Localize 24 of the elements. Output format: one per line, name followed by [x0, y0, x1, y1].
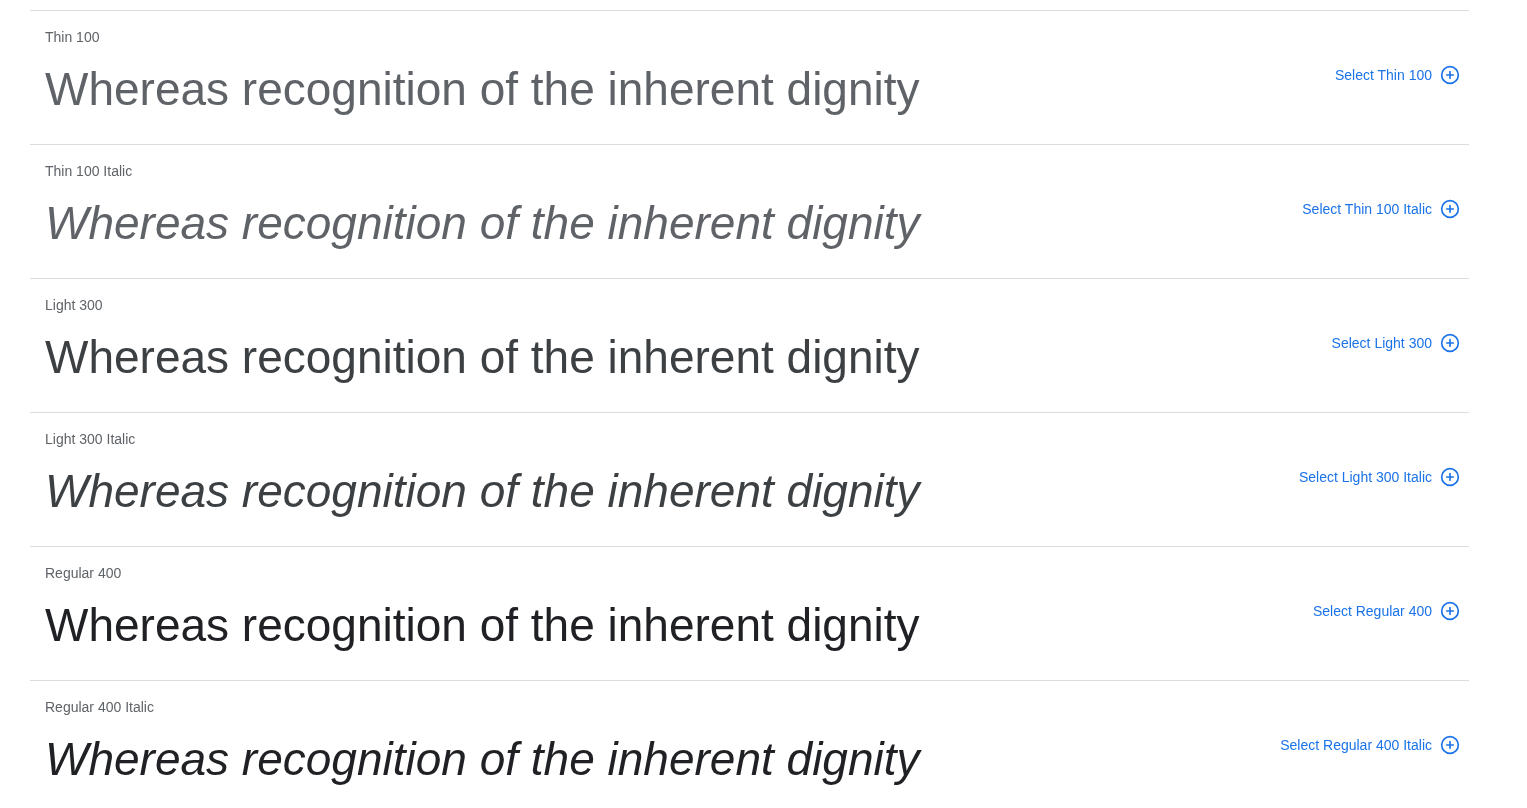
add-icon [1440, 333, 1460, 353]
select-style-button[interactable]: Select Regular 400 Italic [1280, 735, 1460, 755]
add-icon [1440, 65, 1460, 85]
add-icon [1440, 199, 1460, 219]
style-name: Thin 100 Italic [45, 162, 133, 180]
sample-text: Whereas recognition of the inherent dignity [45, 598, 920, 653]
sample-text: Whereas recognition of the inherent dignity [45, 330, 920, 385]
style-name: Light 300 [45, 296, 103, 314]
style-name: Light 300 Italic [45, 430, 136, 448]
select-style-button[interactable]: Select Thin 100 Italic [1302, 199, 1460, 219]
style-name: Regular 400 [45, 564, 122, 582]
add-icon [1440, 735, 1460, 755]
select-style-button[interactable]: Select Thin 100 [1334, 65, 1460, 85]
style-name: Regular 400 Italic [45, 698, 154, 716]
select-style-button[interactable]: Select Regular 400 [1312, 601, 1460, 621]
select-style-button[interactable]: Select Light 300 Italic [1298, 467, 1460, 487]
add-icon [1440, 601, 1460, 621]
sample-text: Whereas recognition of the inherent dignity [45, 62, 920, 117]
select-style-button[interactable]: Select Light 300 [1331, 333, 1460, 353]
sample-text: Whereas recognition of the inherent dignity [45, 196, 920, 251]
sample-text: Whereas recognition of the inherent dignity [45, 732, 920, 787]
sample-text: Whereas recognition of the inherent dignity [45, 464, 920, 519]
add-icon [1440, 467, 1460, 487]
style-name: Thin 100 [45, 28, 100, 46]
